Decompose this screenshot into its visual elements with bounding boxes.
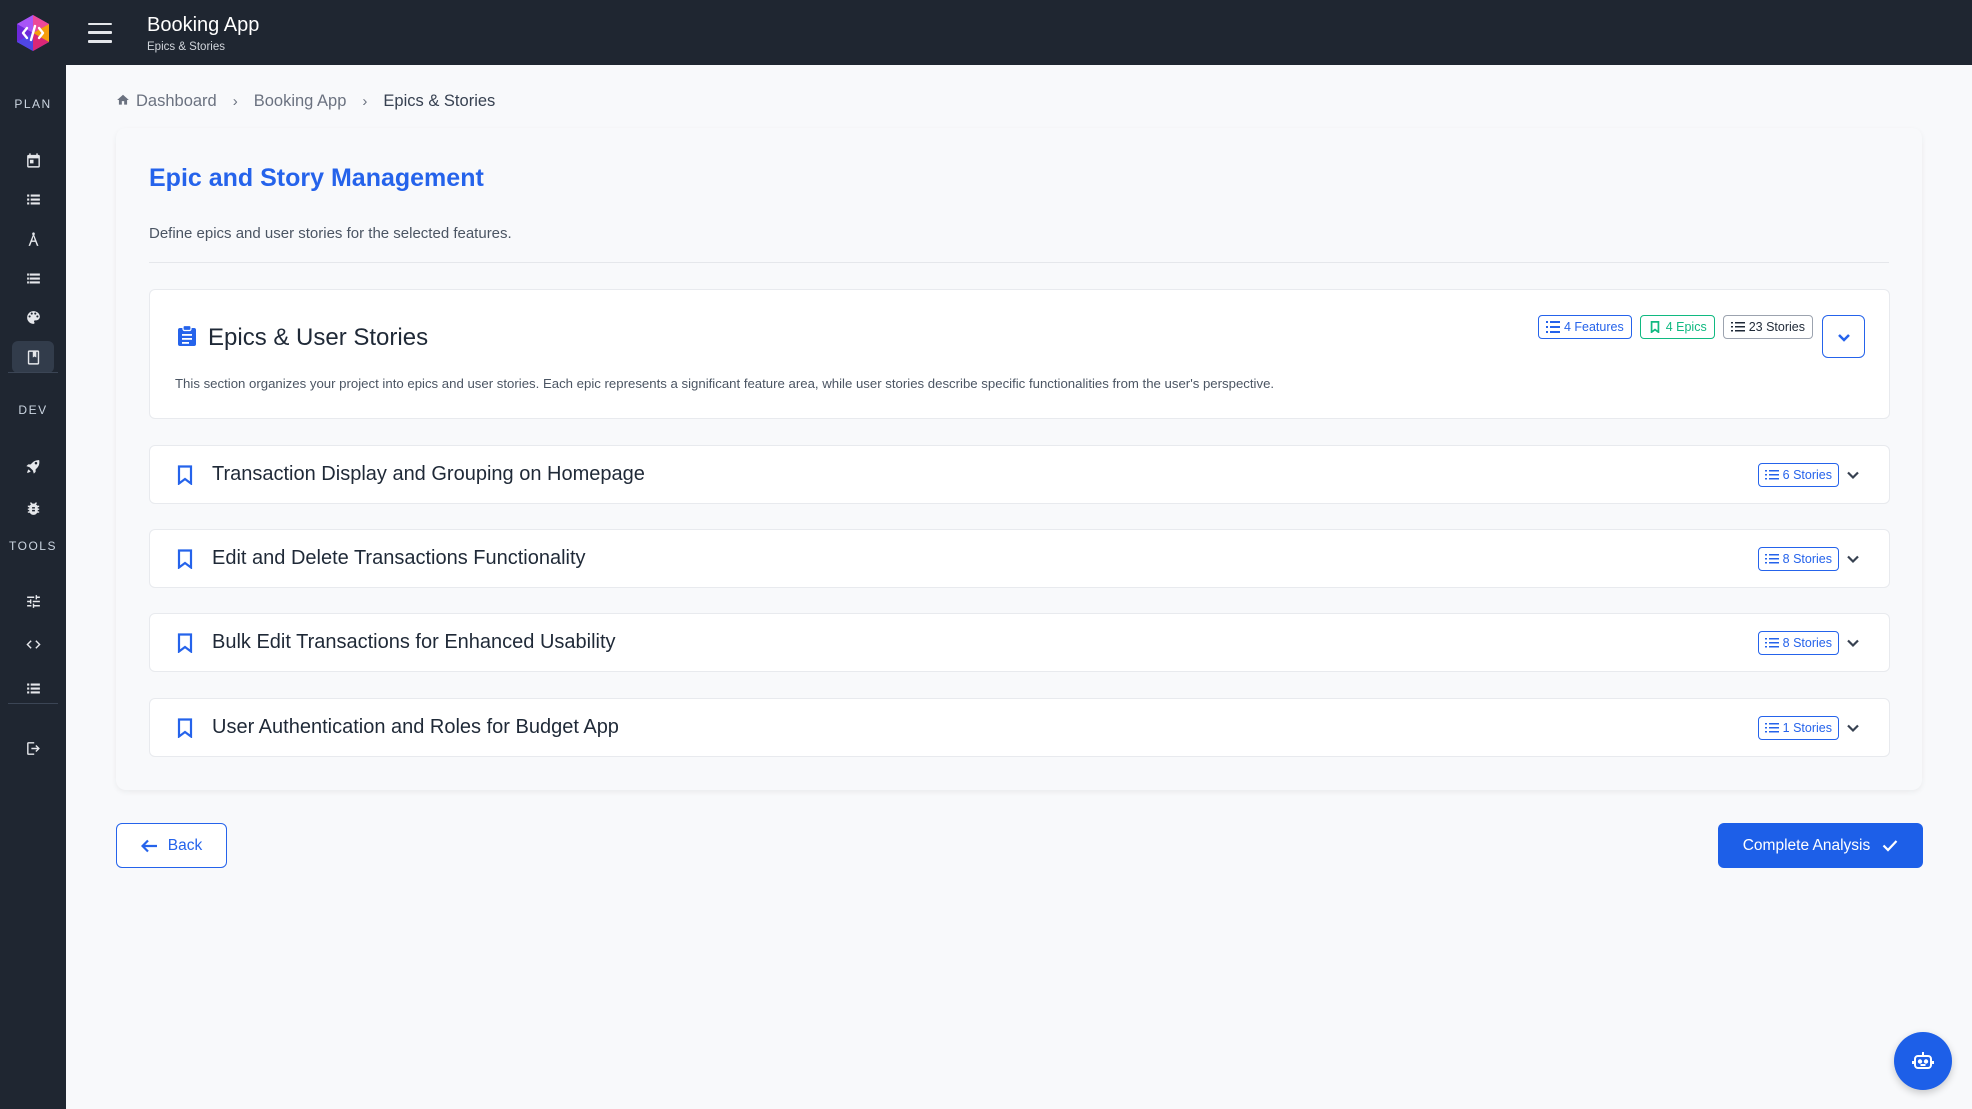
compass-icon[interactable] (12, 223, 54, 255)
check-icon (1882, 840, 1898, 852)
code-icon[interactable] (12, 628, 54, 660)
palette-icon[interactable] (12, 301, 54, 333)
epic-row[interactable]: Bulk Edit Transactions for Enhanced Usab… (149, 613, 1890, 672)
breadcrumb: Dashboard › Booking App › Epics & Storie… (116, 92, 495, 111)
overview-badges: 4 Features 4 Epics 23 Stories (1537, 315, 1813, 339)
epic-row[interactable]: Transaction Display and Grouping on Home… (149, 445, 1890, 504)
stories-badge: 23 Stories (1722, 315, 1813, 339)
chevron-down-icon[interactable] (1846, 636, 1860, 650)
collapse-button[interactable] (1822, 315, 1865, 358)
list-icon[interactable] (12, 183, 54, 215)
epics-badge: 4 Epics (1639, 315, 1715, 339)
epic-row[interactable]: User Authentication and Roles for Budget… (149, 698, 1890, 757)
epic-stories-count: 6 Stories (1782, 468, 1832, 482)
epic-row[interactable]: Edit and Delete Transactions Functionali… (149, 529, 1890, 588)
sliders-icon[interactable] (12, 585, 54, 617)
epic-stories-badge: 1 Stories (1757, 716, 1839, 740)
epic-title: Bulk Edit Transactions for Enhanced Usab… (212, 631, 616, 653)
epic-title: Edit and Delete Transactions Functionali… (212, 547, 586, 569)
home-icon[interactable] (116, 92, 136, 111)
epic-stories-count: 8 Stories (1782, 636, 1832, 650)
epic-stories-badge: 6 Stories (1757, 463, 1839, 487)
page-description: Define epics and user stories for the se… (149, 225, 512, 242)
features-count: 4 Features (1563, 320, 1624, 334)
stories-count: 23 Stories (1748, 320, 1805, 334)
bookmark-icon (177, 549, 193, 570)
chevron-down-icon[interactable] (1846, 721, 1860, 735)
overview-title: Epics & User Stories (208, 324, 429, 351)
rocket-icon[interactable] (12, 450, 54, 482)
epic-stories-badge: 8 Stories (1757, 631, 1839, 655)
list-icon (1764, 470, 1779, 480)
clipboard-icon (178, 325, 196, 346)
bookmark-icon (177, 465, 193, 486)
chevron-down-icon[interactable] (1846, 468, 1860, 482)
list-icon (1764, 638, 1779, 648)
sidebar-section-plan: PLAN (14, 97, 52, 111)
top-header: Booking App Epics & Stories (0, 0, 1972, 65)
overview-description: This section organizes your project into… (175, 376, 1275, 391)
app-subtitle: Epics & Stories (147, 40, 225, 53)
sidebar-section-dev: DEV (18, 403, 48, 417)
arrow-left-icon (140, 839, 157, 852)
epics-overview-panel: Epics & User Stories This section organi… (149, 289, 1890, 419)
robot-icon (1912, 1052, 1934, 1069)
list-alt-icon[interactable] (12, 262, 54, 294)
bookmark-icon (177, 718, 193, 739)
assistant-bot-button[interactable] (1894, 1032, 1952, 1090)
complete-button-label: Complete Analysis (1742, 836, 1871, 854)
logout-icon[interactable] (12, 732, 54, 764)
breadcrumb-booking-app[interactable]: Booking App (254, 92, 347, 111)
bookmark-icon (1650, 321, 1660, 333)
list-icon[interactable] (12, 672, 54, 704)
page-title: Epic and Story Management (149, 164, 484, 192)
hamburger-menu-icon[interactable] (88, 22, 112, 43)
bookmark-icon (177, 633, 193, 654)
back-button[interactable]: Back (116, 823, 227, 868)
app-logo[interactable] (0, 0, 66, 65)
complete-analysis-button[interactable]: Complete Analysis (1718, 823, 1923, 868)
epic-stories-badge: 8 Stories (1757, 547, 1839, 571)
list-icon (1764, 723, 1779, 733)
list-icon (1545, 321, 1560, 333)
epic-title: Transaction Display and Grouping on Home… (212, 463, 645, 485)
back-button-label: Back (167, 836, 203, 854)
sidebar-divider (8, 703, 58, 704)
sidebar-section-tools: TOOLS (9, 539, 57, 553)
chevron-right-icon: › (232, 93, 238, 110)
bug-icon[interactable] (12, 492, 54, 524)
sidebar-divider (8, 372, 58, 373)
divider (149, 262, 1889, 263)
chevron-down-icon (1837, 333, 1850, 342)
breadcrumb-dashboard[interactable]: Dashboard (136, 92, 217, 111)
list-icon (1764, 554, 1779, 564)
code-logo-icon (17, 14, 49, 51)
epic-stories-count: 1 Stories (1782, 721, 1832, 735)
calendar-icon[interactable] (12, 144, 54, 176)
sidebar: PLAN DEV TOOLS (0, 65, 66, 1109)
app-title: Booking App (147, 13, 260, 36)
chevron-down-icon[interactable] (1846, 552, 1860, 566)
features-badge: 4 Features (1537, 315, 1632, 339)
epic-title: User Authentication and Roles for Budget… (212, 716, 619, 738)
chevron-right-icon: › (362, 93, 368, 110)
list-icon (1730, 322, 1745, 332)
book-icon[interactable] (12, 341, 54, 373)
breadcrumb-current: Epics & Stories (383, 92, 496, 110)
epics-count: 4 Epics (1665, 320, 1707, 334)
epic-stories-count: 8 Stories (1782, 552, 1832, 566)
